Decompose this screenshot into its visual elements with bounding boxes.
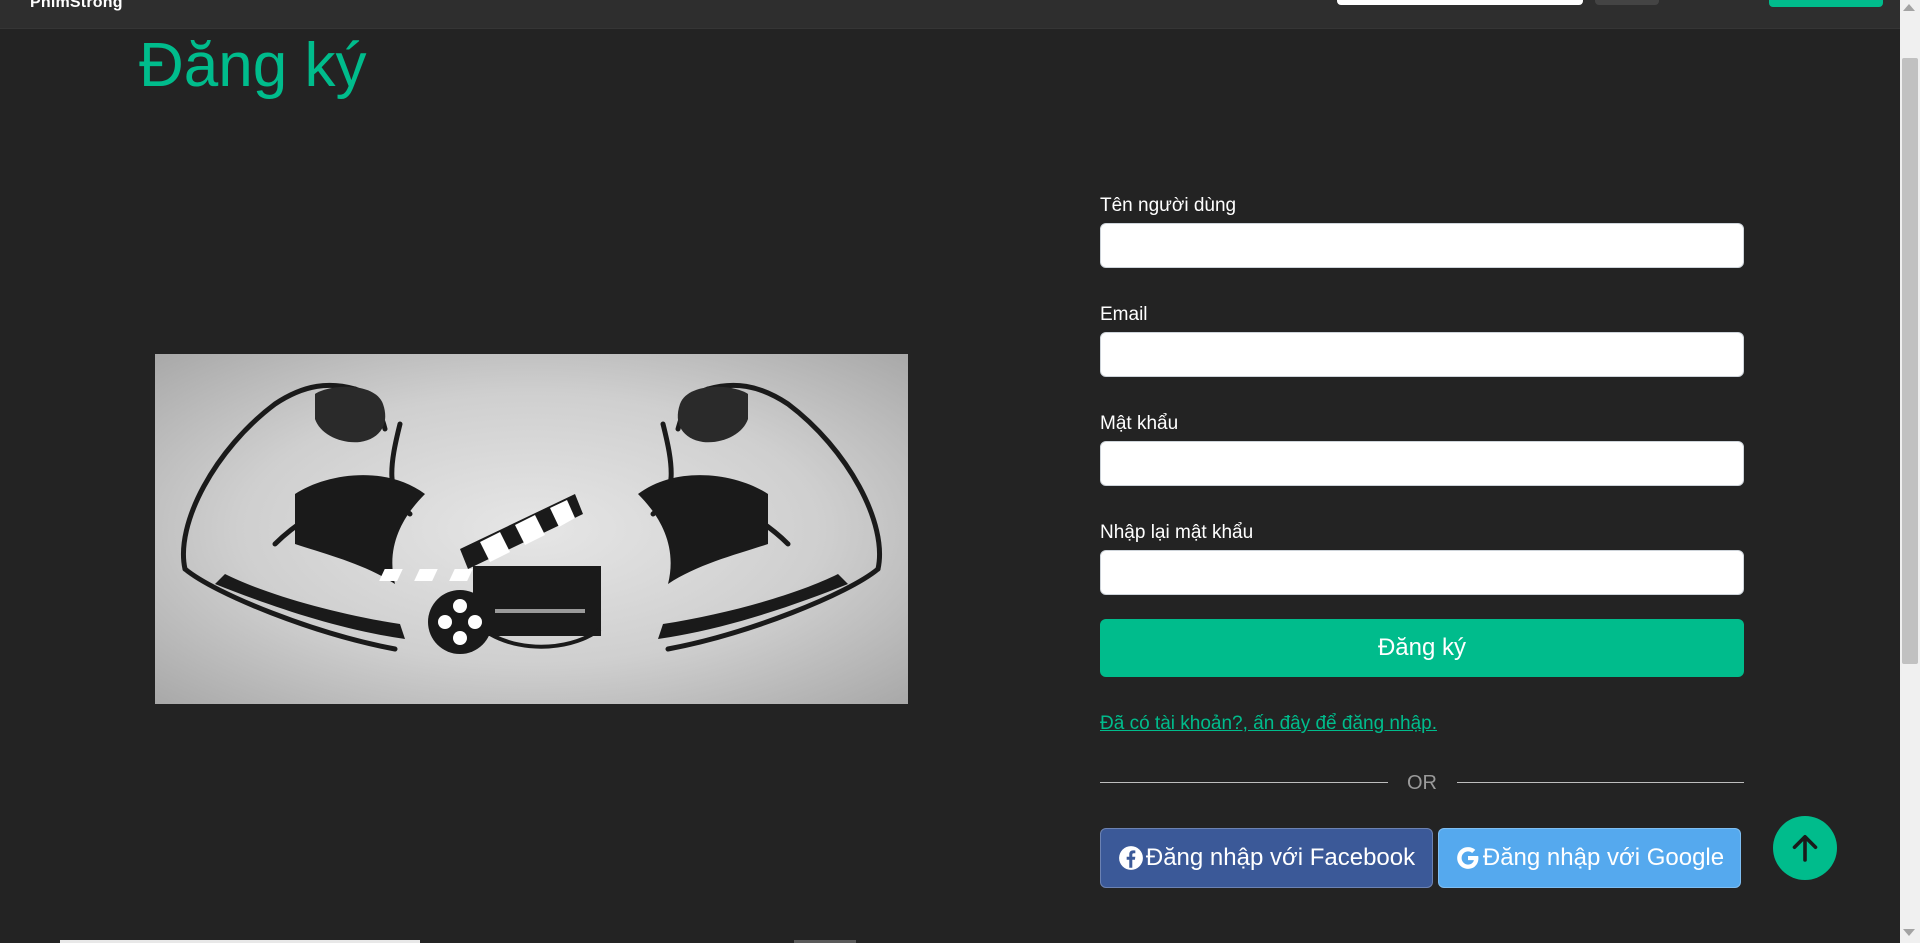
divider-text: OR	[1407, 772, 1437, 794]
facebook-login-label: Đăng nhập với Facebook	[1145, 844, 1416, 871]
email-label: Email	[1100, 304, 1148, 325]
top-navbar: PhimStrong	[0, 0, 1900, 29]
page-title: Đăng ký	[139, 31, 367, 100]
email-input[interactable]	[1100, 332, 1744, 377]
password-input[interactable]	[1100, 441, 1744, 486]
brand-logo[interactable]: PhimStrong	[30, 0, 123, 12]
or-divider: OR	[1100, 770, 1744, 796]
password-label: Mật khẩu	[1100, 413, 1179, 434]
login-link[interactable]: Đã có tài khoản?, ấn đây để đăng nhập.	[1100, 713, 1437, 735]
google-icon	[1455, 845, 1481, 871]
google-login-button[interactable]: Đăng nhập với Google	[1438, 828, 1741, 888]
username-label: Tên người dùng	[1100, 195, 1237, 216]
register-form: Tên người dùng Email Mật khẩu Nhập lại m…	[1100, 195, 1744, 631]
facebook-login-button[interactable]: Đăng nhập với Facebook	[1100, 828, 1433, 888]
confirm-password-input[interactable]	[1100, 550, 1744, 595]
google-login-label: Đăng nhập với Google	[1482, 844, 1725, 871]
scroll-down-arrow-icon[interactable]	[1903, 929, 1915, 936]
confirm-password-label: Nhập lại mật khẩu	[1100, 522, 1254, 543]
logo-illustration	[155, 354, 908, 704]
scroll-up-arrow-icon[interactable]	[1903, 4, 1915, 11]
username-input[interactable]	[1100, 223, 1744, 268]
arrow-up-icon	[1787, 830, 1823, 866]
divider-line-right	[1457, 782, 1744, 783]
facebook-icon	[1118, 845, 1144, 871]
scrollbar-thumb[interactable]	[1902, 58, 1918, 664]
back-to-top-button[interactable]	[1773, 816, 1837, 880]
search-button[interactable]	[1595, 0, 1659, 5]
login-button[interactable]	[1769, 0, 1883, 7]
search-input[interactable]	[1337, 0, 1583, 5]
register-button[interactable]: Đăng ký	[1100, 619, 1744, 677]
